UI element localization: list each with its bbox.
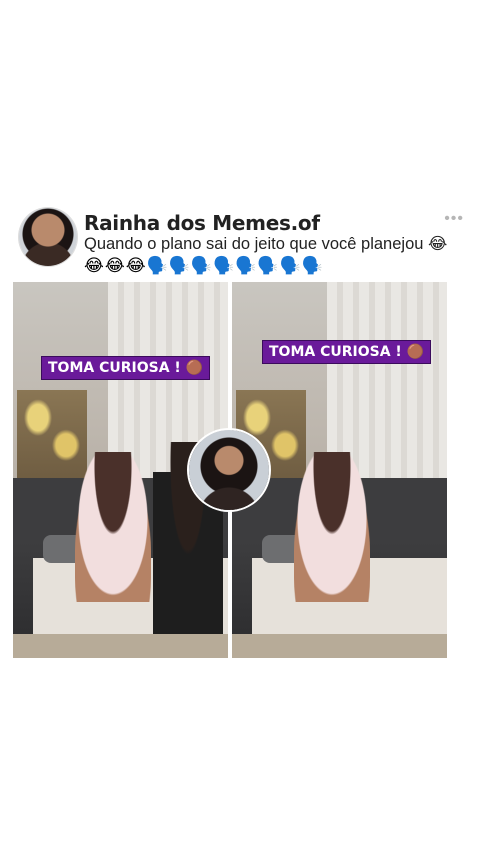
seated-woman xyxy=(75,452,151,602)
floor xyxy=(13,634,228,658)
inset-portrait xyxy=(189,430,269,510)
caption-emoji-line: 😂😂😂🗣️🗣️🗣️🗣️🗣️🗣️🗣️🗣️ xyxy=(84,256,324,275)
post-caption: Quando o plano sai do jeito que você pla… xyxy=(84,235,448,253)
account-avatar[interactable] xyxy=(19,208,77,266)
floor xyxy=(232,634,447,658)
seated-woman xyxy=(294,452,370,602)
right-caption-label: TOMA CURIOSA ! 🟤 xyxy=(262,340,432,364)
post-image[interactable]: TOMA CURIOSA ! 🟤 TOMA CURIOSA ! 🟤 xyxy=(13,282,460,658)
more-options-icon[interactable]: ••• xyxy=(444,210,464,228)
account-name[interactable]: Rainha dos Memes.of xyxy=(84,211,320,235)
left-caption-label: TOMA CURIOSA ! 🟤 xyxy=(41,356,211,380)
